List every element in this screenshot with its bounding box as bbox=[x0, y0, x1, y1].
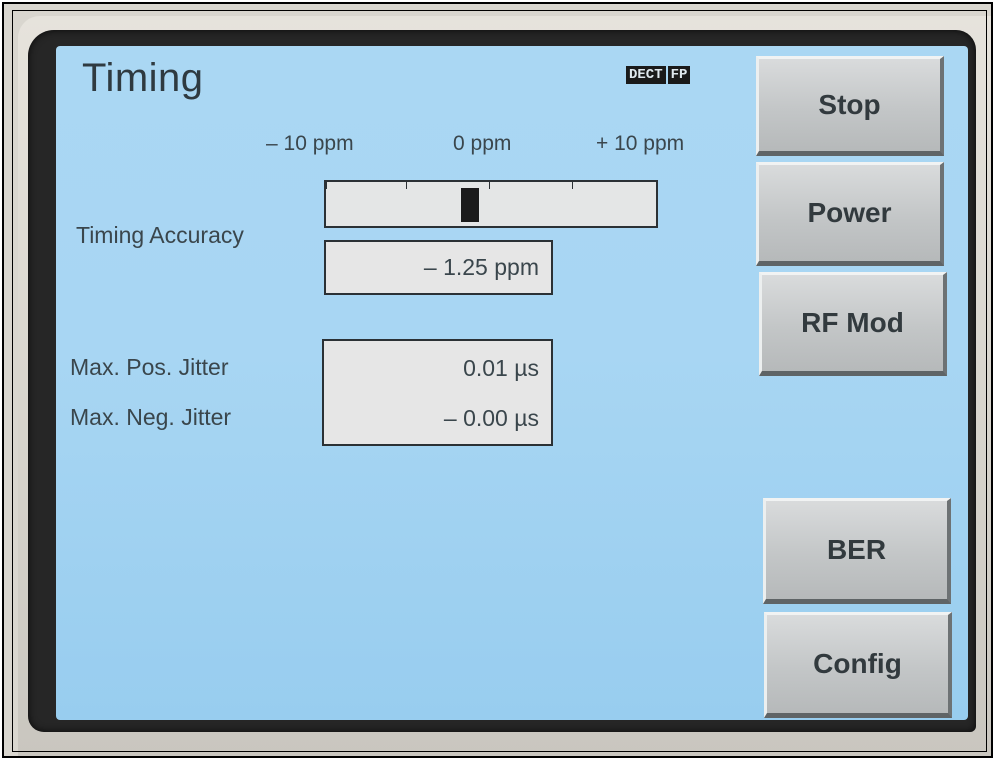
timing-accuracy-indicator bbox=[461, 188, 480, 222]
timing-accuracy-label: Timing Accuracy bbox=[76, 222, 244, 248]
dect-badge: DECT bbox=[626, 66, 666, 84]
power-button[interactable]: Power bbox=[756, 162, 944, 266]
scale-tick-min bbox=[326, 180, 327, 189]
timing-accuracy-scale-bar bbox=[324, 180, 658, 228]
max-neg-jitter-label: Max. Neg. Jitter bbox=[70, 404, 232, 430]
scale-label-max: + 10 ppm bbox=[596, 132, 685, 155]
scale-label-min: – 10 ppm bbox=[266, 132, 354, 155]
max-pos-jitter-value: 0.01 µs bbox=[463, 355, 539, 381]
photo-frame: Timing DECT FP – 10 ppm 0 ppm + 10 ppm T… bbox=[2, 2, 993, 758]
mode-badges: DECT FP bbox=[626, 66, 691, 84]
max-pos-jitter-label: Max. Pos. Jitter bbox=[70, 354, 229, 380]
max-neg-jitter-value: – 0.00 µs bbox=[443, 405, 539, 431]
scale-label-center: 0 ppm bbox=[453, 132, 512, 155]
page-title: Timing bbox=[82, 56, 204, 100]
scale-tick-center bbox=[489, 180, 490, 189]
timing-accuracy-value: – 1.25 ppm bbox=[423, 254, 539, 280]
config-button[interactable]: Config bbox=[764, 612, 952, 718]
stop-button[interactable]: Stop bbox=[756, 56, 944, 156]
ber-button[interactable]: BER bbox=[763, 498, 951, 604]
fp-badge: FP bbox=[667, 66, 691, 84]
scale-tick-minus-5 bbox=[406, 180, 407, 189]
timing-accuracy-value-box: – 1.25 ppm bbox=[324, 240, 553, 295]
instrument-screen: Timing DECT FP – 10 ppm 0 ppm + 10 ppm T… bbox=[56, 46, 968, 720]
jitter-value-box: 0.01 µs – 0.00 µs bbox=[322, 339, 553, 446]
rf-mod-button[interactable]: RF Mod bbox=[759, 272, 947, 376]
scale-tick-plus-5 bbox=[572, 180, 573, 189]
